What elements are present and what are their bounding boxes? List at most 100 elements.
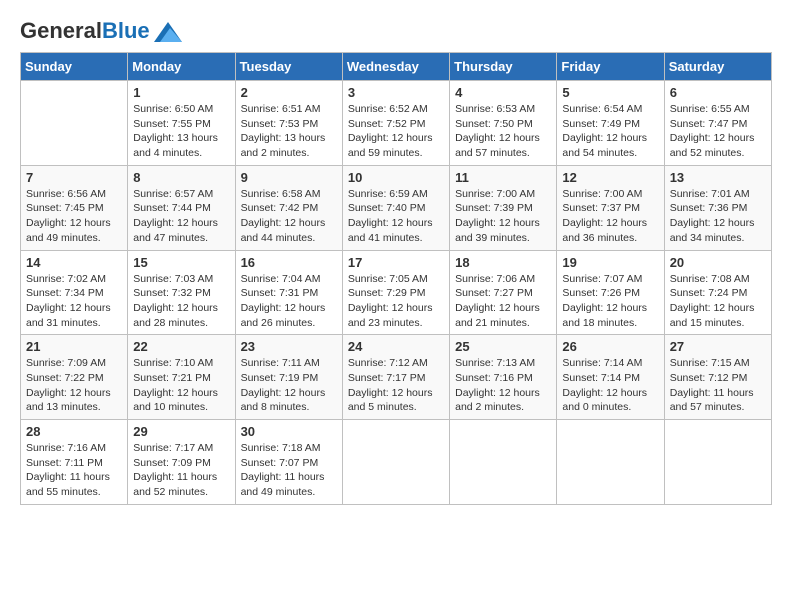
day-info: Sunrise: 6:55 AMSunset: 7:47 PMDaylight:… (670, 102, 766, 161)
day-number: 30 (241, 424, 337, 439)
day-info: Sunrise: 7:10 AMSunset: 7:21 PMDaylight:… (133, 356, 229, 415)
day-number: 28 (26, 424, 122, 439)
logo: GeneralBlue (20, 20, 182, 42)
col-sunday: Sunday (21, 53, 128, 81)
day-number: 8 (133, 170, 229, 185)
calendar-body: 1 Sunrise: 6:50 AMSunset: 7:55 PMDaylight… (21, 81, 772, 505)
day-number: 29 (133, 424, 229, 439)
calendar-week-row: 21 Sunrise: 7:09 AMSunset: 7:22 PMDayligh… (21, 335, 772, 420)
day-info: Sunrise: 6:56 AMSunset: 7:45 PMDaylight:… (26, 187, 122, 246)
calendar-cell: 8 Sunrise: 6:57 AMSunset: 7:44 PMDaylight… (128, 165, 235, 250)
calendar-cell: 9 Sunrise: 6:58 AMSunset: 7:42 PMDaylight… (235, 165, 342, 250)
calendar-cell: 30 Sunrise: 7:18 AMSunset: 7:07 PMDayligh… (235, 420, 342, 505)
day-info: Sunrise: 7:09 AMSunset: 7:22 PMDaylight:… (26, 356, 122, 415)
logo-blue: Blue (102, 18, 150, 43)
calendar-cell: 20Sunrise: 7:08 AMSunset: 7:24 PMDayligh… (664, 250, 771, 335)
day-info: Sunrise: 6:52 AMSunset: 7:52 PMDaylight:… (348, 102, 444, 161)
calendar-cell: 11 Sunrise: 7:00 AMSunset: 7:39 PMDayligh… (450, 165, 557, 250)
calendar-cell: 3 Sunrise: 6:52 AMSunset: 7:52 PMDaylight… (342, 81, 449, 166)
day-number: 12 (562, 170, 658, 185)
calendar-cell (557, 420, 664, 505)
day-number: 24 (348, 339, 444, 354)
day-number: 25 (455, 339, 551, 354)
day-info: Sunrise: 7:17 AMSunset: 7:09 PMDaylight:… (133, 441, 229, 500)
calendar-cell (664, 420, 771, 505)
calendar-cell: 25 Sunrise: 7:13 AMSunset: 7:16 PMDayligh… (450, 335, 557, 420)
calendar-cell: 26Sunrise: 7:14 AMSunset: 7:14 PMDayligh… (557, 335, 664, 420)
day-number: 21 (26, 339, 122, 354)
day-number: 13 (670, 170, 766, 185)
calendar-cell: 23Sunrise: 7:11 AMSunset: 7:19 PMDayligh… (235, 335, 342, 420)
day-info: Sunrise: 7:18 AMSunset: 7:07 PMDaylight:… (241, 441, 337, 500)
day-info: Sunrise: 6:50 AMSunset: 7:55 PMDaylight:… (133, 102, 229, 161)
day-info: Sunrise: 7:14 AMSunset: 7:14 PMDaylight:… (562, 356, 658, 415)
day-info: Sunrise: 7:00 AMSunset: 7:39 PMDaylight:… (455, 187, 551, 246)
calendar-cell: 1 Sunrise: 6:50 AMSunset: 7:55 PMDaylight… (128, 81, 235, 166)
calendar-week-row: 28 Sunrise: 7:16 AMSunset: 7:11 PMDayligh… (21, 420, 772, 505)
day-info: Sunrise: 7:11 AMSunset: 7:19 PMDaylight:… (241, 356, 337, 415)
page-header: GeneralBlue (20, 20, 772, 42)
calendar-cell: 19 Sunrise: 7:07 AMSunset: 7:26 PMDayligh… (557, 250, 664, 335)
calendar-header-row: Sunday Monday Tuesday Wednesday Thursday… (21, 53, 772, 81)
logo-text: GeneralBlue (20, 20, 150, 42)
calendar-table: Sunday Monday Tuesday Wednesday Thursday… (20, 52, 772, 505)
day-info: Sunrise: 6:58 AMSunset: 7:42 PMDaylight:… (241, 187, 337, 246)
calendar-cell (450, 420, 557, 505)
day-number: 4 (455, 85, 551, 100)
calendar-week-row: 1 Sunrise: 6:50 AMSunset: 7:55 PMDaylight… (21, 81, 772, 166)
calendar-cell: 21 Sunrise: 7:09 AMSunset: 7:22 PMDayligh… (21, 335, 128, 420)
col-wednesday: Wednesday (342, 53, 449, 81)
calendar-cell: 14 Sunrise: 7:02 AMSunset: 7:34 PMDayligh… (21, 250, 128, 335)
day-info: Sunrise: 7:07 AMSunset: 7:26 PMDaylight:… (562, 272, 658, 331)
calendar-cell: 6Sunrise: 6:55 AMSunset: 7:47 PMDaylight… (664, 81, 771, 166)
day-info: Sunrise: 6:51 AMSunset: 7:53 PMDaylight:… (241, 102, 337, 161)
day-info: Sunrise: 6:53 AMSunset: 7:50 PMDaylight:… (455, 102, 551, 161)
day-number: 27 (670, 339, 766, 354)
calendar-cell: 12 Sunrise: 7:00 AMSunset: 7:37 PMDayligh… (557, 165, 664, 250)
calendar-cell: 15 Sunrise: 7:03 AMSunset: 7:32 PMDayligh… (128, 250, 235, 335)
calendar-cell: 7 Sunrise: 6:56 AMSunset: 7:45 PMDaylight… (21, 165, 128, 250)
calendar-cell: 13Sunrise: 7:01 AMSunset: 7:36 PMDayligh… (664, 165, 771, 250)
day-number: 7 (26, 170, 122, 185)
day-info: Sunrise: 7:00 AMSunset: 7:37 PMDaylight:… (562, 187, 658, 246)
day-info: Sunrise: 7:13 AMSunset: 7:16 PMDaylight:… (455, 356, 551, 415)
day-number: 20 (670, 255, 766, 270)
calendar-cell: 4 Sunrise: 6:53 AMSunset: 7:50 PMDaylight… (450, 81, 557, 166)
calendar-cell (342, 420, 449, 505)
day-number: 15 (133, 255, 229, 270)
calendar-cell: 5 Sunrise: 6:54 AMSunset: 7:49 PMDaylight… (557, 81, 664, 166)
col-friday: Friday (557, 53, 664, 81)
day-info: Sunrise: 6:54 AMSunset: 7:49 PMDaylight:… (562, 102, 658, 161)
day-number: 14 (26, 255, 122, 270)
calendar-cell: 18 Sunrise: 7:06 AMSunset: 7:27 PMDayligh… (450, 250, 557, 335)
day-info: Sunrise: 7:02 AMSunset: 7:34 PMDaylight:… (26, 272, 122, 331)
day-number: 11 (455, 170, 551, 185)
col-saturday: Saturday (664, 53, 771, 81)
day-info: Sunrise: 7:04 AMSunset: 7:31 PMDaylight:… (241, 272, 337, 331)
calendar-week-row: 14 Sunrise: 7:02 AMSunset: 7:34 PMDayligh… (21, 250, 772, 335)
day-info: Sunrise: 6:57 AMSunset: 7:44 PMDaylight:… (133, 187, 229, 246)
day-info: Sunrise: 7:15 AMSunset: 7:12 PMDaylight:… (670, 356, 766, 415)
day-number: 16 (241, 255, 337, 270)
day-number: 5 (562, 85, 658, 100)
calendar-cell: 17Sunrise: 7:05 AMSunset: 7:29 PMDayligh… (342, 250, 449, 335)
logo-icon (154, 22, 182, 42)
calendar-cell: 29 Sunrise: 7:17 AMSunset: 7:09 PMDayligh… (128, 420, 235, 505)
day-number: 19 (562, 255, 658, 270)
calendar-cell: 2Sunrise: 6:51 AMSunset: 7:53 PMDaylight… (235, 81, 342, 166)
day-info: Sunrise: 7:03 AMSunset: 7:32 PMDaylight:… (133, 272, 229, 331)
calendar-cell: 27 Sunrise: 7:15 AMSunset: 7:12 PMDayligh… (664, 335, 771, 420)
day-number: 18 (455, 255, 551, 270)
day-number: 9 (241, 170, 337, 185)
day-info: Sunrise: 7:05 AMSunset: 7:29 PMDaylight:… (348, 272, 444, 331)
day-number: 1 (133, 85, 229, 100)
day-number: 3 (348, 85, 444, 100)
col-monday: Monday (128, 53, 235, 81)
day-info: Sunrise: 7:16 AMSunset: 7:11 PMDaylight:… (26, 441, 122, 500)
calendar-cell (21, 81, 128, 166)
col-thursday: Thursday (450, 53, 557, 81)
calendar-cell: 22Sunrise: 7:10 AMSunset: 7:21 PMDayligh… (128, 335, 235, 420)
calendar-cell: 24Sunrise: 7:12 AMSunset: 7:17 PMDayligh… (342, 335, 449, 420)
day-info: Sunrise: 7:06 AMSunset: 7:27 PMDaylight:… (455, 272, 551, 331)
calendar-week-row: 7 Sunrise: 6:56 AMSunset: 7:45 PMDaylight… (21, 165, 772, 250)
